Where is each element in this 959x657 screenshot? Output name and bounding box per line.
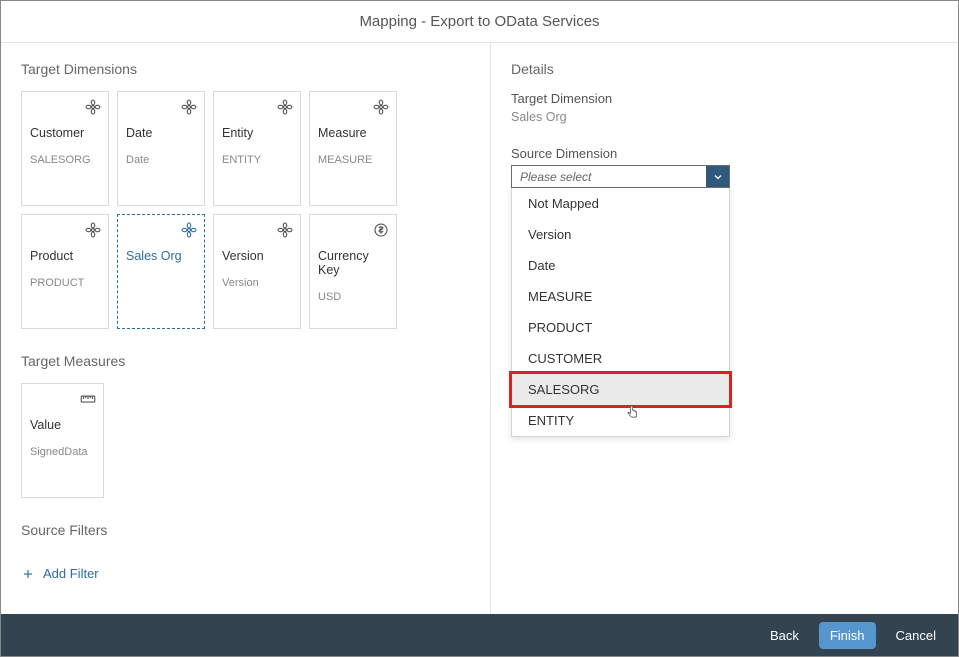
dialog-footer: Back Finish Cancel <box>1 614 958 656</box>
target-dimensions-heading: Target Dimensions <box>21 61 470 77</box>
dimension-card-date[interactable]: Date Date <box>117 91 205 206</box>
left-panel: Target Dimensions CustomerSALESORGDateDa… <box>1 43 491 615</box>
fan-icon <box>276 98 294 116</box>
cancel-button[interactable]: Cancel <box>892 622 940 649</box>
dimension-card-title: Currency Key <box>318 249 388 277</box>
dimension-card-subtitle: PRODUCT <box>30 277 100 289</box>
details-heading: Details <box>511 61 938 77</box>
dimension-card-title: Measure <box>318 126 388 140</box>
dropdown-option-customer[interactable]: CUSTOMER <box>512 343 729 374</box>
dropdown-option-product[interactable]: PRODUCT <box>512 312 729 343</box>
dimension-card-measure[interactable]: Measure MEASURE <box>309 91 397 206</box>
dimension-card-version[interactable]: Version Version <box>213 214 301 329</box>
target-dimension-label: Target Dimension <box>511 91 938 106</box>
dimension-card-title: Date <box>126 126 196 140</box>
add-filter-button[interactable]: Add Filter <box>21 566 99 581</box>
source-filters-heading: Source Filters <box>21 522 470 538</box>
dimension-card-subtitle: ENTITY <box>222 154 292 166</box>
right-panel: Details Target Dimension Sales Org Sourc… <box>491 43 958 615</box>
fan-icon <box>84 98 102 116</box>
dropdown-option-salesorg[interactable]: SALESORG <box>509 371 732 408</box>
dimension-card-entity[interactable]: Entity ENTITY <box>213 91 301 206</box>
select-placeholder: Please select <box>512 170 706 184</box>
dimension-cards-grid: Customer SALESORG Date Date Entity ENTITY Meas… <box>21 91 470 329</box>
source-dimension-label: Source Dimension <box>511 146 938 161</box>
dimension-card-subtitle: MEASURE <box>318 154 388 166</box>
chevron-down-icon <box>706 166 729 187</box>
dimension-card-title: Product <box>30 249 100 263</box>
finish-button[interactable]: Finish <box>819 622 876 649</box>
dropdown-option-measure[interactable]: MEASURE <box>512 281 729 312</box>
dropdown-option-entity[interactable]: ENTITY <box>512 405 729 436</box>
dropdown-list: Not MappedVersionDateMEASUREPRODUCTCUSTO… <box>511 188 730 437</box>
dimension-card-currency-key[interactable]: Currency Key USD <box>309 214 397 329</box>
source-dimension-select[interactable]: Please select <box>511 165 730 188</box>
target-dimension-value: Sales Org <box>511 110 938 124</box>
dimension-card-subtitle: Version <box>222 277 292 289</box>
dimension-card-customer[interactable]: Customer SALESORG <box>21 91 109 206</box>
dimension-card-subtitle: USD <box>318 291 388 303</box>
ruler-icon <box>79 390 97 408</box>
fan-icon <box>180 98 198 116</box>
plus-icon <box>21 567 35 581</box>
add-filter-label: Add Filter <box>43 566 99 581</box>
dimension-card-product[interactable]: Product PRODUCT <box>21 214 109 329</box>
target-measures-heading: Target Measures <box>21 353 470 369</box>
measure-card-subtitle: SignedData <box>30 446 95 458</box>
fan-icon <box>372 98 390 116</box>
dimension-card-subtitle: Date <box>126 154 196 166</box>
dialog-title: Mapping - Export to OData Services <box>1 1 958 43</box>
measure-card-title: Value <box>30 418 95 432</box>
dropdown-option-date[interactable]: Date <box>512 250 729 281</box>
dimension-card-title: Sales Org <box>126 249 196 263</box>
measure-card-value[interactable]: Value SignedData <box>21 383 104 498</box>
dimension-card-title: Version <box>222 249 292 263</box>
dropdown-option-version[interactable]: Version <box>512 219 729 250</box>
dimension-card-sales-org[interactable]: Sales Org <box>117 214 205 329</box>
back-button[interactable]: Back <box>766 622 803 649</box>
dimension-card-subtitle: SALESORG <box>30 154 100 166</box>
dropdown-option-not-mapped[interactable]: Not Mapped <box>512 188 729 219</box>
fan-icon <box>84 221 102 239</box>
dimension-card-title: Entity <box>222 126 292 140</box>
currency-icon <box>372 221 390 239</box>
fan-icon <box>180 221 198 239</box>
dimension-card-title: Customer <box>30 126 100 140</box>
fan-icon <box>276 221 294 239</box>
